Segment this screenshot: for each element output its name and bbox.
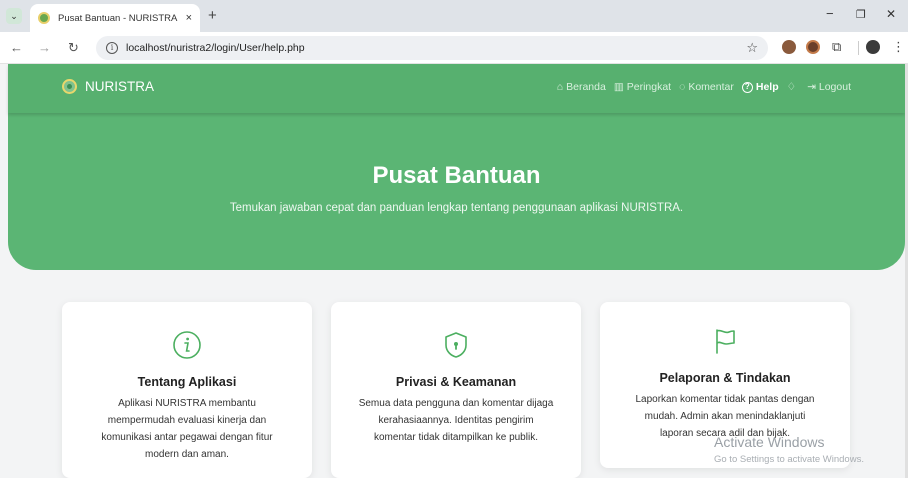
restore-icon[interactable]: ❐ — [856, 8, 866, 21]
help-circle-icon: ? — [741, 81, 753, 93]
home-icon: ⌂ — [556, 81, 564, 93]
card-line: Semua data pengguna dan komentar dijaga — [358, 398, 554, 409]
card-line: mudah. Admin akan menindaklanjuti — [644, 411, 806, 422]
flag-icon — [716, 329, 735, 354]
nav-item-logout[interactable]: ⇥ Logout — [807, 81, 851, 93]
nav-item-label: Beranda — [566, 81, 606, 93]
windows-activation-watermark: Activate Windows — [714, 434, 825, 450]
windows-activation-hint: Go to Settings to activate Windows. — [714, 454, 864, 465]
help-glyph: ? — [744, 82, 750, 91]
card-line: komunikasi antar pegawai dengan fitur — [101, 432, 273, 443]
nav-item-peringkat[interactable]: ▥ Peringkat — [614, 81, 671, 93]
brand-logo-icon — [62, 79, 77, 94]
card-body: Aplikasi NURISTRA membantu mempermudah e… — [76, 395, 298, 463]
card-line: mempermudah evaluasi kinerja dan — [107, 415, 267, 426]
new-tab-button[interactable]: + — [208, 7, 217, 24]
extension-icon[interactable] — [806, 40, 820, 54]
back-icon[interactable]: ← — [10, 40, 23, 55]
card-icon-wrap — [62, 330, 312, 360]
toolbar-divider — [858, 41, 859, 55]
card-line: modern dan aman. — [145, 449, 229, 460]
card-line: kerahasiaannya. Identitas pengirim — [378, 415, 534, 426]
nav-item-label: Peringkat — [626, 81, 672, 93]
chat-bubble-icon: ◌ — [679, 81, 686, 93]
site-navbar: NURISTRA ⌂ Beranda ▥ Peringkat ◌ Komenta… — [8, 64, 905, 113]
card-line: Aplikasi NURISTRA membantu — [118, 398, 256, 409]
nav-item-notifications[interactable]: ♢ — [787, 81, 799, 93]
extension-cookie-icon[interactable] — [782, 40, 796, 54]
url-text: localhost/nuristra2/login/User/help.php — [126, 42, 305, 54]
brand[interactable]: NURISTRA — [62, 79, 154, 94]
close-window-icon[interactable]: ✕ — [886, 7, 896, 21]
browser-tab-active[interactable]: Pusat Bantuan - NURISTRA × — [30, 4, 200, 32]
browser-menu-icon[interactable]: ⋮ — [892, 39, 905, 55]
nav-item-label: Komentar — [688, 81, 734, 93]
bell-icon: ♢ — [786, 81, 797, 93]
card-title: Tentang Aplikasi — [137, 375, 237, 389]
shield-lock-icon — [445, 332, 467, 358]
tab-title: Pusat Bantuan - NURISTRA — [58, 12, 178, 24]
nav-menu: ⌂ Beranda ▥ Peringkat ◌ Komentar ? Help … — [557, 81, 851, 93]
nav-item-label: Help — [755, 81, 779, 93]
card-line: komentar tidak ditampilkan ke publik. — [374, 432, 538, 443]
bookmark-star-icon[interactable]: ☆ — [746, 40, 758, 56]
page-subtitle: Temukan jawaban cepat dan panduan lengka… — [229, 202, 684, 214]
card-title: Privasi & Keamanan — [395, 375, 517, 389]
bar-chart-icon: ▥ — [613, 81, 624, 93]
tab-close-icon[interactable]: × — [186, 12, 192, 24]
nav-item-beranda[interactable]: ⌂ Beranda — [557, 81, 606, 93]
help-card-privacy: Privasi & Keamanan Semua data pengguna d… — [331, 302, 581, 478]
browser-toolbar: ← → ↻ i localhost/nuristra2/login/User/h… — [0, 32, 908, 64]
page-title: Pusat Bantuan — [372, 162, 541, 189]
forward-icon[interactable]: → — [38, 40, 51, 55]
extensions-puzzle-icon[interactable]: ⧉ — [832, 39, 841, 55]
card-icon-wrap — [600, 326, 850, 356]
site-info-icon[interactable]: i — [106, 42, 118, 54]
card-body: Semua data pengguna dan komentar dijaga … — [345, 395, 567, 446]
nav-item-help[interactable]: ? Help — [741, 81, 779, 93]
profile-avatar[interactable] — [866, 40, 880, 54]
chevron-down-icon: ⌄ — [10, 10, 18, 21]
favicon-icon — [38, 12, 50, 24]
nav-item-komentar[interactable]: ◌ Komentar — [679, 81, 734, 93]
info-circle-icon — [173, 331, 201, 359]
reload-icon[interactable]: ↻ — [68, 40, 79, 56]
page-viewport: NURISTRA ⌂ Beranda ▥ Peringkat ◌ Komenta… — [0, 64, 905, 478]
address-bar[interactable]: i localhost/nuristra2/login/User/help.ph… — [96, 36, 768, 60]
card-title: Pelaporan & Tindakan — [659, 371, 791, 385]
hero-section: NURISTRA ⌂ Beranda ▥ Peringkat ◌ Komenta… — [8, 64, 905, 270]
minimize-icon[interactable]: − — [826, 6, 834, 21]
card-icon-wrap — [331, 330, 581, 360]
tab-search-button[interactable]: ⌄ — [6, 8, 22, 24]
browser-tabstrip: ⌄ Pusat Bantuan - NURISTRA × + − ❐ ✕ — [0, 0, 908, 32]
brand-name: NURISTRA — [85, 79, 155, 94]
nav-item-label: Logout — [818, 81, 851, 93]
logout-icon: ⇥ — [807, 81, 816, 93]
card-line: Laporkan komentar tidak pantas dengan — [635, 394, 815, 405]
help-card-about: Tentang Aplikasi Aplikasi NURISTRA memba… — [62, 302, 312, 478]
